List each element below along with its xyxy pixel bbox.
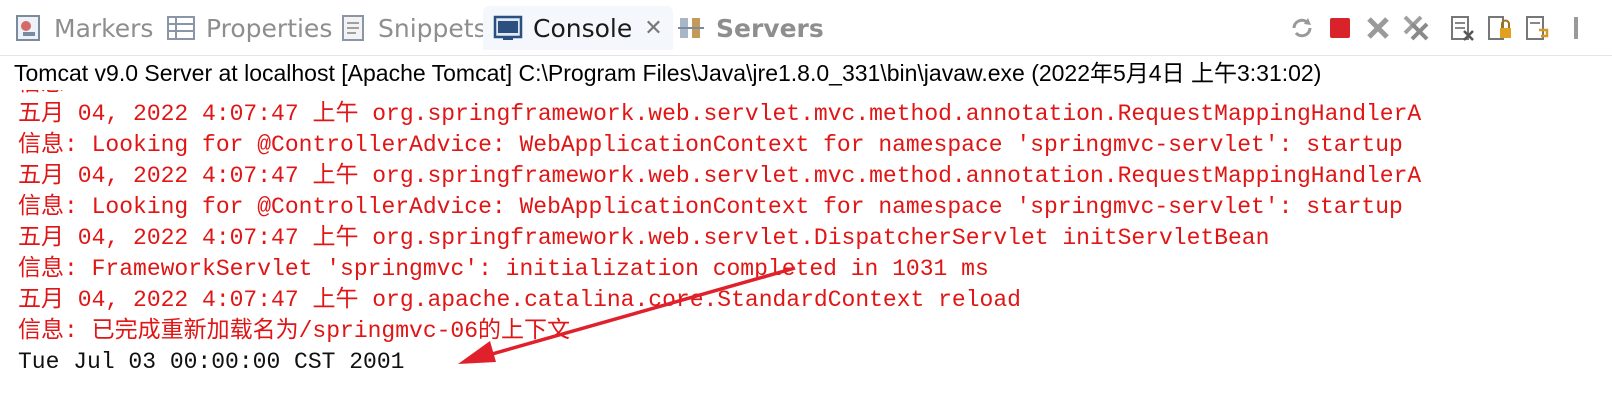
annotation-arrow	[458, 266, 796, 364]
